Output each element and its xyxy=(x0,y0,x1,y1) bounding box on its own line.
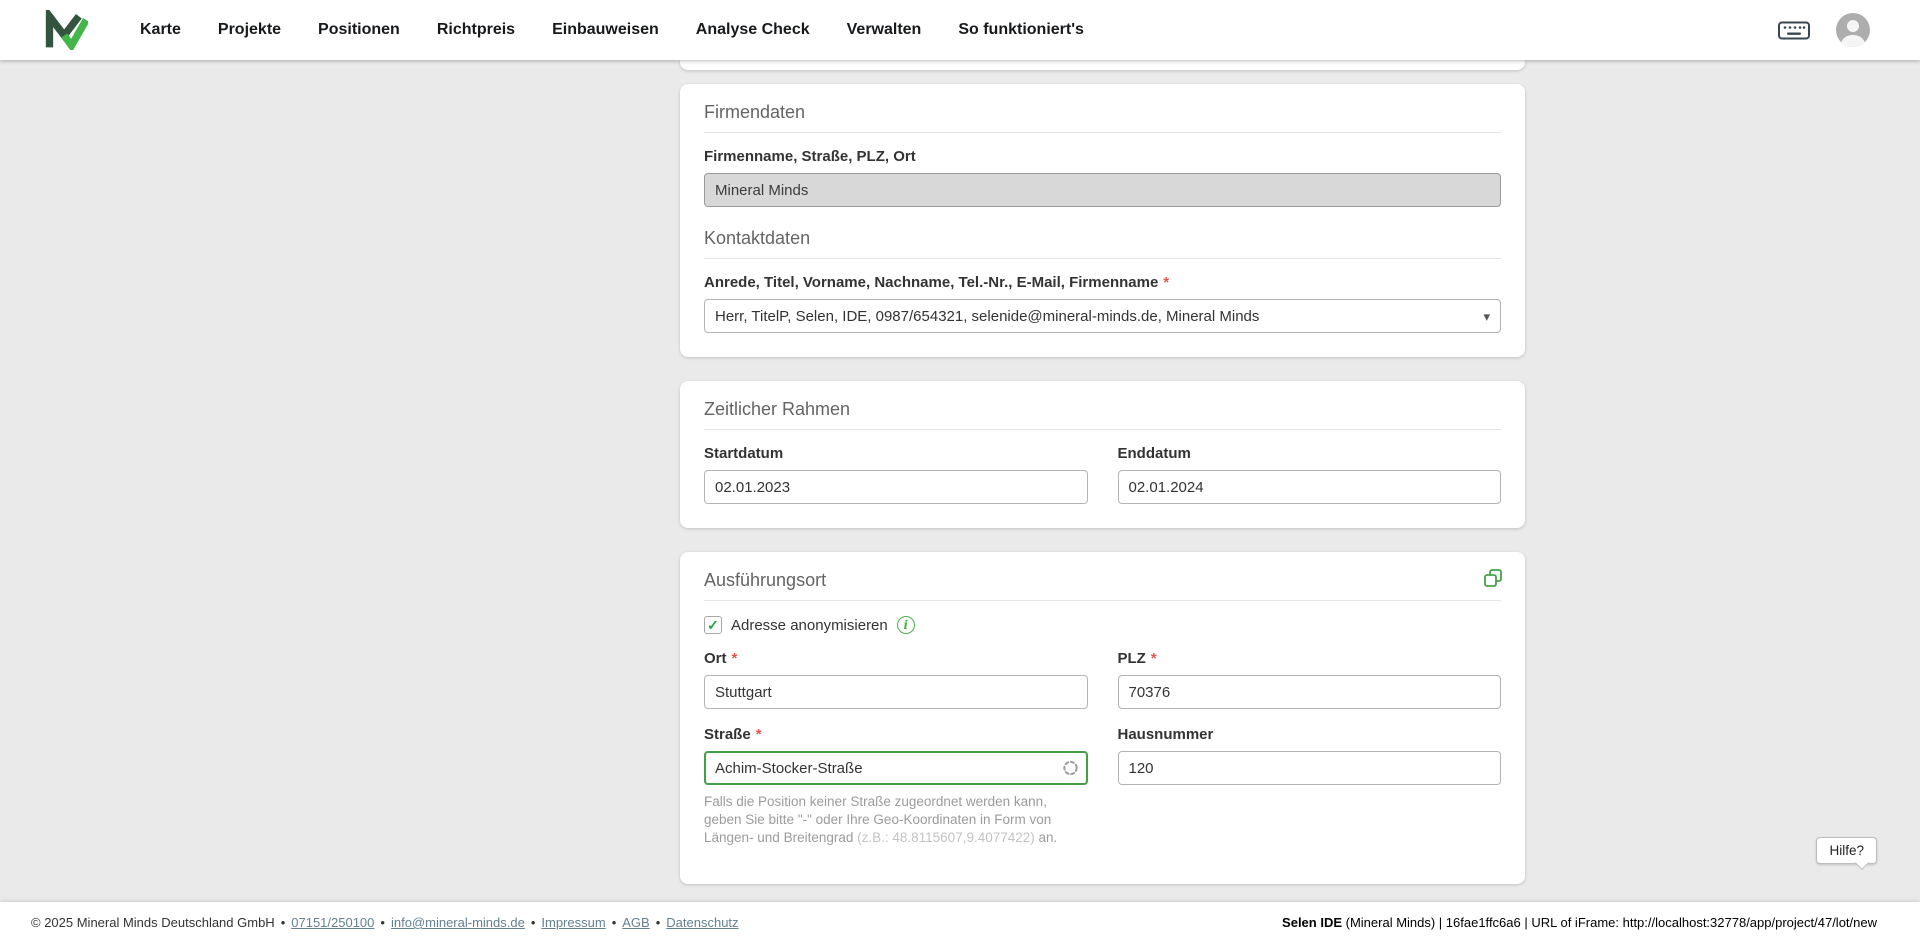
required-marker: * xyxy=(755,726,762,743)
form-column: Firmendaten Firmenname, Straße, PLZ, Ort… xyxy=(680,60,1525,902)
nav-item-richtpreis[interactable]: Richtpreis xyxy=(437,21,515,39)
contact-select-value: Herr, TitelP, Selen, IDE, 0987/654321, s… xyxy=(715,307,1260,325)
startdatum-field: Startdatum xyxy=(704,445,1088,504)
info-glyph: i xyxy=(903,618,909,632)
chevron-down-icon: ▾ xyxy=(1483,309,1490,324)
datenschutz-link[interactable]: Datenschutz xyxy=(666,915,738,930)
help-text-part2: an. xyxy=(1034,829,1058,845)
keyboard-icon[interactable] xyxy=(1778,21,1810,40)
footer-left: © 2025 Mineral Minds Deutschland GmbH • … xyxy=(31,915,739,930)
help-button[interactable]: Hilfe? xyxy=(1816,837,1877,864)
strasse-input[interactable] xyxy=(704,751,1088,785)
contact-label-row: Anrede, Titel, Vorname, Nachname, Tel.-N… xyxy=(704,274,1501,292)
main-nav: Karte Projekte Positionen Richtpreis Ein… xyxy=(140,21,1778,39)
plz-label: PLZ xyxy=(1117,650,1146,667)
anonymize-row: ✓ Adresse anonymisieren i xyxy=(704,616,1501,634)
divider xyxy=(704,132,1501,133)
phone-link[interactable]: 07151/250100 xyxy=(291,915,374,930)
nav-item-positionen[interactable]: Positionen xyxy=(318,21,400,39)
separator: • xyxy=(280,915,286,930)
logo-icon xyxy=(45,10,88,50)
hausnummer-label: Hausnummer xyxy=(1117,726,1214,743)
company-input xyxy=(704,173,1501,207)
copyright-text: © 2025 Mineral Minds Deutschland GmbH xyxy=(31,915,275,930)
card-ausfuehrungsort: Ausführungsort ✓ Adresse anonymisieren i xyxy=(680,552,1525,884)
separator: • xyxy=(611,915,617,930)
ort-input[interactable] xyxy=(704,675,1088,709)
enddatum-label: Enddatum xyxy=(1117,445,1191,462)
strasse-input-wrap xyxy=(704,751,1088,785)
copy-icon[interactable] xyxy=(1483,568,1503,588)
ort-label: Ort xyxy=(704,650,727,667)
nav-item-einbauweisen[interactable]: Einbauweisen xyxy=(552,21,659,39)
company-label-row: Firmenname, Straße, PLZ, Ort xyxy=(704,148,1501,166)
strasse-help-text: Falls die Position keiner Straße zugeord… xyxy=(704,793,1088,846)
nav-item-so-funktionierts[interactable]: So funktioniert's xyxy=(958,21,1084,39)
date-fields: Startdatum Enddatum xyxy=(704,445,1501,504)
strasse-field: Straße* Falls die Position keiner Straße… xyxy=(704,726,1088,860)
user-icon xyxy=(1840,20,1866,47)
enddatum-input[interactable] xyxy=(1117,470,1501,504)
ide-name: Selen IDE xyxy=(1282,915,1343,930)
section-title-zeitlicher-rahmen: Zeitlicher Rahmen xyxy=(704,399,851,419)
ort-field: Ort * xyxy=(704,650,1088,709)
required-marker: * xyxy=(1150,650,1157,667)
email-link[interactable]: info@mineral-minds.de xyxy=(391,915,525,930)
nav-right xyxy=(1778,13,1870,47)
card-firmendaten: Firmendaten Firmenname, Straße, PLZ, Ort… xyxy=(680,84,1525,357)
nav-item-projekte[interactable]: Projekte xyxy=(218,21,281,39)
card-zeitlicher-rahmen: Zeitlicher Rahmen Startdatum Enddatum xyxy=(680,381,1525,528)
required-marker: * xyxy=(731,650,738,667)
strasse-hausnummer-row: Straße* Falls die Position keiner Straße… xyxy=(704,726,1501,860)
help-text-hint: (z.B.: 48.8115607,9.4077422) xyxy=(857,829,1035,845)
startdatum-label: Startdatum xyxy=(704,445,784,462)
loading-spinner-icon xyxy=(1062,760,1079,777)
nav-item-karte[interactable]: Karte xyxy=(140,21,181,39)
section-title-firmendaten: Firmendaten xyxy=(704,102,806,122)
strasse-label: Straße xyxy=(704,726,751,743)
divider xyxy=(704,258,1501,259)
separator: • xyxy=(530,915,536,930)
section-title-ausfuehrungsort: Ausführungsort xyxy=(704,570,827,590)
anonymize-checkbox[interactable]: ✓ xyxy=(704,616,722,634)
company-label: Firmenname, Straße, PLZ, Ort xyxy=(704,148,916,165)
divider xyxy=(704,600,1501,601)
contact-label: Anrede, Titel, Vorname, Nachname, Tel.-N… xyxy=(704,274,1159,291)
required-marker: * xyxy=(1163,274,1170,291)
separator: • xyxy=(655,915,661,930)
hausnummer-field: Hausnummer xyxy=(1117,726,1501,860)
nav-item-analyse-check[interactable]: Analyse Check xyxy=(696,21,810,39)
plz-field: PLZ * xyxy=(1117,650,1501,709)
impressum-link[interactable]: Impressum xyxy=(541,915,605,930)
section-title-kontaktdaten: Kontaktdaten xyxy=(704,228,811,248)
anonymize-label: Adresse anonymisieren xyxy=(731,616,888,634)
logo[interactable] xyxy=(44,10,88,50)
plz-input[interactable] xyxy=(1117,675,1501,709)
ide-info: (Mineral Minds) | 16fae1ffc6a6 | URL of … xyxy=(1342,915,1877,930)
divider xyxy=(704,429,1501,430)
main-content: Firmendaten Firmenname, Straße, PLZ, Ort… xyxy=(0,60,1920,902)
contact-select[interactable]: Herr, TitelP, Selen, IDE, 0987/654321, s… xyxy=(704,299,1501,333)
info-icon[interactable]: i xyxy=(896,616,915,634)
ort-plz-row: Ort* PLZ* xyxy=(704,650,1501,709)
hausnummer-input[interactable] xyxy=(1117,751,1501,785)
separator: • xyxy=(380,915,385,930)
card-partial-top xyxy=(680,60,1525,70)
footer-right: Selen IDE (Mineral Minds) | 16fae1ffc6a6… xyxy=(1282,915,1877,930)
user-avatar[interactable] xyxy=(1836,13,1870,47)
footer: © 2025 Mineral Minds Deutschland GmbH • … xyxy=(0,902,1920,943)
nav-item-verwalten[interactable]: Verwalten xyxy=(847,21,922,39)
check-icon: ✓ xyxy=(707,617,719,633)
agb-link[interactable]: AGB xyxy=(622,915,649,930)
top-nav: Karte Projekte Positionen Richtpreis Ein… xyxy=(0,0,1920,60)
startdatum-input[interactable] xyxy=(704,470,1088,504)
enddatum-field: Enddatum xyxy=(1117,445,1501,504)
